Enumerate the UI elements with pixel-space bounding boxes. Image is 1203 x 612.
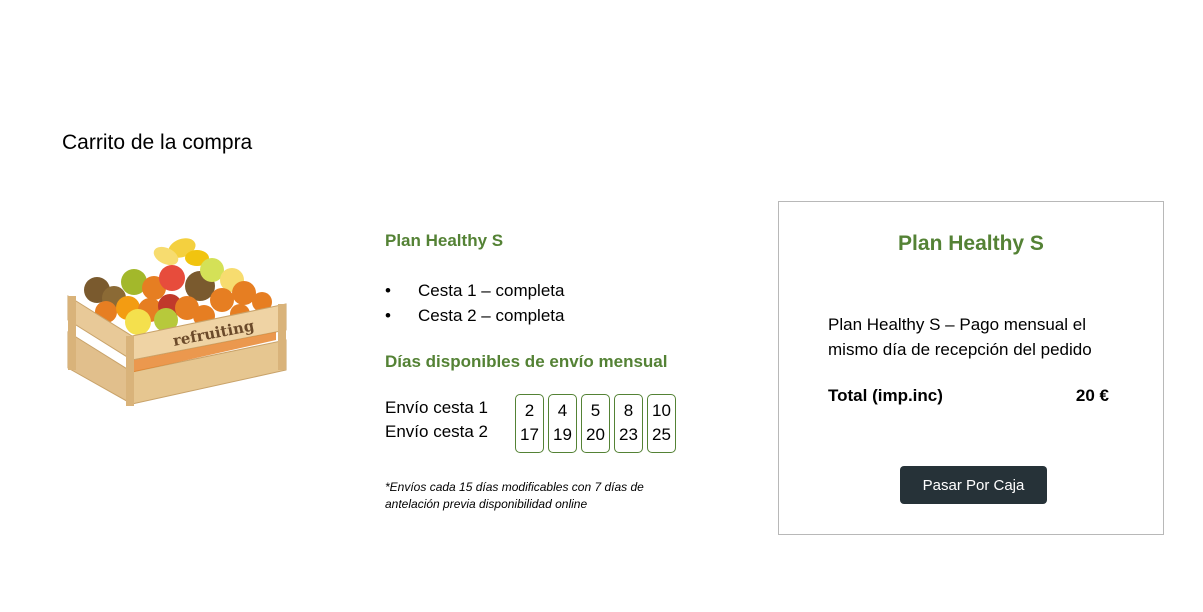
basket-list: • Cesta 1 – completa • Cesta 2 – complet… <box>385 278 725 328</box>
day-option[interactable]: 4 19 <box>548 394 577 453</box>
summary-description: Plan Healthy S – Pago mensual el mismo d… <box>828 315 1092 359</box>
shipping-note: *Envíos cada 15 días modificables con 7 … <box>385 480 644 511</box>
basket-label: Cesta 1 – completa <box>418 281 565 300</box>
order-summary-card: Plan Healthy S Plan Healthy S – Pago men… <box>778 201 1164 535</box>
day-value: 2 <box>524 401 535 420</box>
day-value: 4 <box>557 401 568 420</box>
total-label: Total (imp.inc) <box>828 386 943 405</box>
shipping-days-grid: Envío cesta 1 Envío cesta 2 2 17 4 19 5 … <box>385 394 725 456</box>
checkout-button[interactable]: Pasar Por Caja <box>900 466 1047 504</box>
day-option[interactable]: 10 25 <box>647 394 676 453</box>
fruit-crate-image: refruiting <box>67 238 287 406</box>
shipping-days-title: Días disponibles de envío mensual <box>385 352 668 371</box>
day-value: 25 <box>652 425 671 444</box>
plan-details: Plan Healthy S • Cesta 1 – completa • Ce… <box>385 231 725 513</box>
list-item: • Cesta 1 – completa <box>385 278 725 303</box>
day-option[interactable]: 2 17 <box>515 394 544 453</box>
day-value: 5 <box>590 401 601 420</box>
plan-name: Plan Healthy S <box>385 231 504 250</box>
page-title: Carrito de la compra <box>62 131 253 154</box>
basket-label: Cesta 2 – completa <box>418 306 565 325</box>
bullet-icon: • <box>385 306 391 325</box>
day-value: 23 <box>619 425 638 444</box>
day-value: 17 <box>520 425 539 444</box>
day-value: 19 <box>553 425 572 444</box>
day-value: 10 <box>652 401 671 420</box>
summary-title: Plan Healthy S <box>898 232 1044 255</box>
shipping-row-label: Envío cesta 1 <box>385 398 489 417</box>
bullet-icon: • <box>385 281 391 300</box>
list-item: • Cesta 2 – completa <box>385 303 725 328</box>
shipping-row-label: Envío cesta 2 <box>385 422 489 441</box>
day-option[interactable]: 8 23 <box>614 394 643 453</box>
day-value: 8 <box>623 401 634 420</box>
day-value: 20 <box>586 425 605 444</box>
day-option[interactable]: 5 20 <box>581 394 610 453</box>
total-value: 20 € <box>1075 386 1109 405</box>
